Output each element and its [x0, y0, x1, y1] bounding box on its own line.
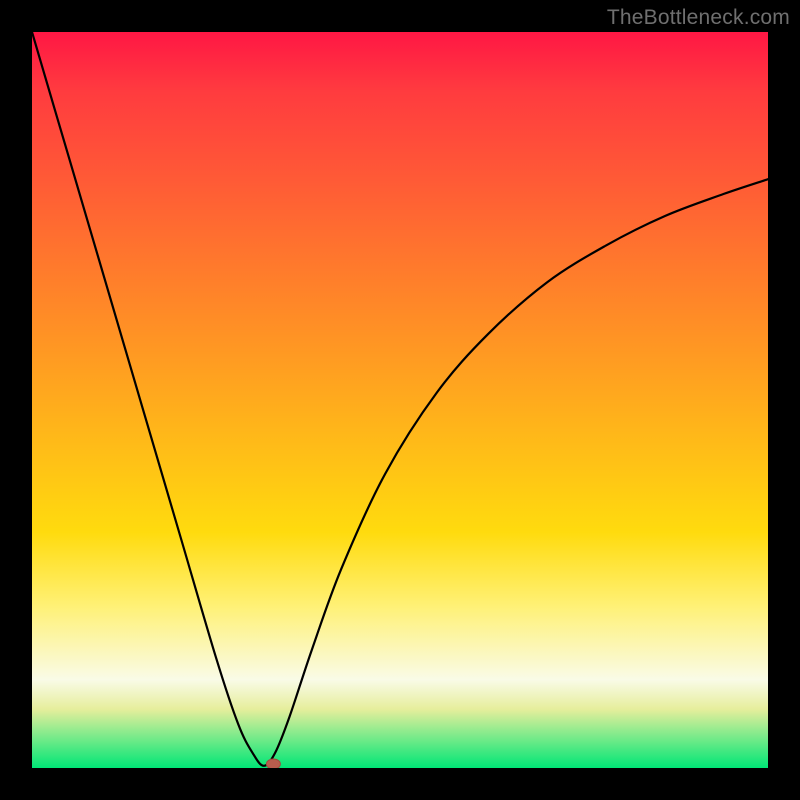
chart-plot-area: [32, 32, 768, 768]
chart-svg: [32, 32, 768, 768]
bottleneck-curve: [32, 32, 768, 766]
watermark-text: TheBottleneck.com: [607, 6, 790, 30]
lowest-bottleneck-marker: [266, 759, 280, 768]
